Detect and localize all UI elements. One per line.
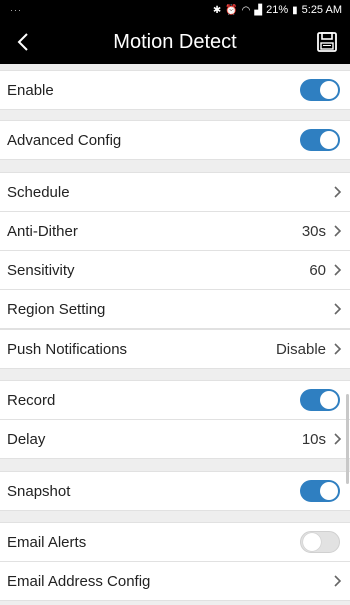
chevron-right-icon bbox=[334, 575, 342, 587]
chevron-right-icon bbox=[334, 303, 342, 315]
schedule-row[interactable]: Schedule bbox=[0, 172, 350, 212]
scrollbar[interactable] bbox=[346, 394, 349, 484]
email-address-config-row[interactable]: Email Address Config bbox=[0, 561, 350, 601]
advanced-config-row[interactable]: Advanced Config bbox=[0, 120, 350, 160]
battery-icon: ▮ bbox=[292, 4, 298, 16]
email-alerts-toggle[interactable] bbox=[300, 531, 340, 553]
sensitivity-value: 60 bbox=[309, 261, 326, 279]
region-setting-row[interactable]: Region Setting bbox=[0, 289, 350, 329]
enable-label: Enable bbox=[7, 81, 54, 99]
push-notifications-label: Push Notifications bbox=[7, 340, 128, 358]
bluetooth-icon: ✱ bbox=[212, 4, 222, 16]
chevron-right-icon bbox=[334, 433, 342, 445]
email-alerts-label: Email Alerts bbox=[7, 533, 87, 551]
email-address-config-label: Email Address Config bbox=[7, 572, 151, 590]
sensitivity-row[interactable]: Sensitivity 60 bbox=[0, 250, 350, 290]
push-notifications-row[interactable]: Push Notifications Disable bbox=[0, 329, 350, 369]
email-alerts-row[interactable]: Email Alerts bbox=[0, 522, 350, 562]
chevron-right-icon bbox=[334, 264, 342, 276]
anti-dither-value: 30s bbox=[301, 222, 326, 240]
sensitivity-label: Sensitivity bbox=[7, 261, 75, 279]
advanced-config-toggle[interactable] bbox=[300, 129, 340, 151]
app-bar: Motion Detect bbox=[0, 20, 350, 64]
settings-list: Enable Advanced Config Schedule Anti-Dit… bbox=[0, 64, 350, 605]
anti-dither-label: Anti-Dither bbox=[7, 222, 78, 240]
chevron-right-icon bbox=[334, 343, 342, 355]
enable-toggle[interactable] bbox=[300, 79, 340, 101]
notification-dots-icon: ··· bbox=[10, 5, 22, 15]
wifi-icon: ◠ bbox=[241, 4, 251, 16]
toggle-knob bbox=[320, 391, 338, 409]
back-arrow-icon[interactable] bbox=[12, 30, 36, 54]
snapshot-label: Snapshot bbox=[7, 482, 71, 500]
region-setting-label: Region Setting bbox=[7, 300, 106, 318]
clock: 5:25 AM bbox=[301, 4, 342, 16]
toggle-knob bbox=[320, 81, 338, 99]
signal-icon: ▟ bbox=[254, 4, 263, 16]
toggle-knob bbox=[320, 131, 338, 149]
toggle-knob bbox=[303, 533, 321, 551]
enable-row[interactable]: Enable bbox=[0, 70, 350, 110]
delay-label: Delay bbox=[7, 430, 46, 448]
push-notifications-value: Disable bbox=[275, 340, 326, 358]
record-toggle[interactable] bbox=[300, 389, 340, 411]
anti-dither-row[interactable]: Anti-Dither 30s bbox=[0, 211, 350, 251]
record-row[interactable]: Record bbox=[0, 380, 350, 420]
schedule-label: Schedule bbox=[7, 183, 70, 201]
snapshot-row[interactable]: Snapshot bbox=[0, 471, 350, 511]
delay-row[interactable]: Delay 10s bbox=[0, 419, 350, 459]
chevron-right-icon bbox=[334, 225, 342, 237]
battery-percent: 21% bbox=[266, 4, 289, 16]
toggle-knob bbox=[320, 482, 338, 500]
delay-value: 10s bbox=[301, 430, 326, 448]
snapshot-toggle[interactable] bbox=[300, 480, 340, 502]
save-icon[interactable] bbox=[316, 31, 338, 53]
status-bar: ··· ✱ ⏰ ◠ ▟ 21% ▮ 5:25 AM bbox=[0, 0, 350, 20]
page-title: Motion Detect bbox=[113, 30, 237, 53]
chevron-right-icon bbox=[334, 186, 342, 198]
alarm-icon: ⏰ bbox=[225, 4, 238, 16]
advanced-config-label: Advanced Config bbox=[7, 131, 122, 149]
record-label: Record bbox=[7, 391, 56, 409]
